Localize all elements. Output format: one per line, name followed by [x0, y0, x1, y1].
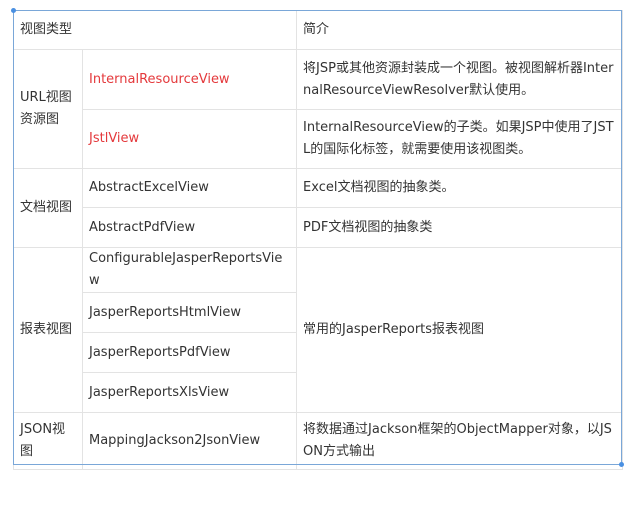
resize-handle-top-left[interactable] [11, 8, 16, 13]
resize-handle-bottom-right[interactable] [619, 462, 624, 467]
selection-frame[interactable] [13, 10, 622, 465]
